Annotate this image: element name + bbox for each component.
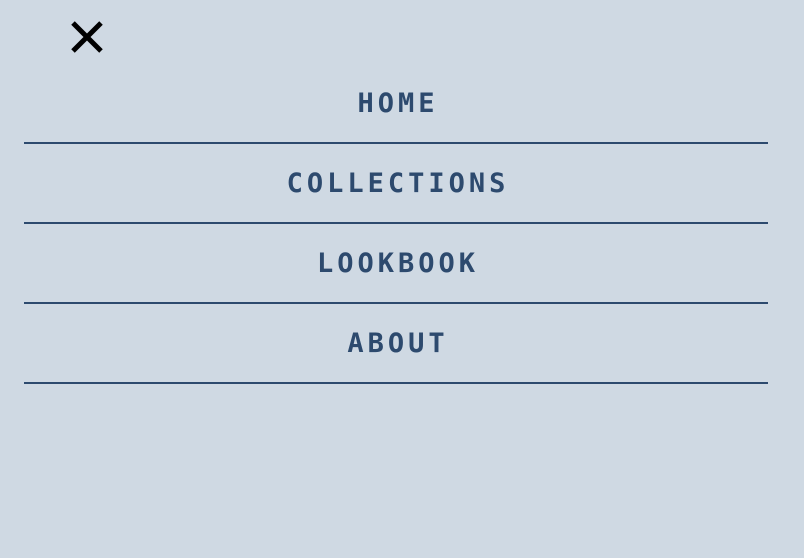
menu-item-label: COLLECTIONS: [286, 167, 510, 199]
menu-item-about[interactable]: ABOUT: [24, 304, 768, 384]
close-button[interactable]: [68, 19, 106, 55]
close-icon: [68, 19, 106, 55]
menu-item-label: ABOUT: [347, 327, 449, 359]
menu-item-label: HOME: [357, 87, 439, 119]
menu-item-home[interactable]: HOME: [24, 64, 768, 144]
menu-item-lookbook[interactable]: LOOKBOOK: [24, 224, 768, 304]
menu-item-label: LOOKBOOK: [316, 247, 480, 279]
nav-menu: HOME COLLECTIONS LOOKBOOK ABOUT: [24, 64, 768, 384]
menu-item-collections[interactable]: COLLECTIONS: [24, 144, 768, 224]
